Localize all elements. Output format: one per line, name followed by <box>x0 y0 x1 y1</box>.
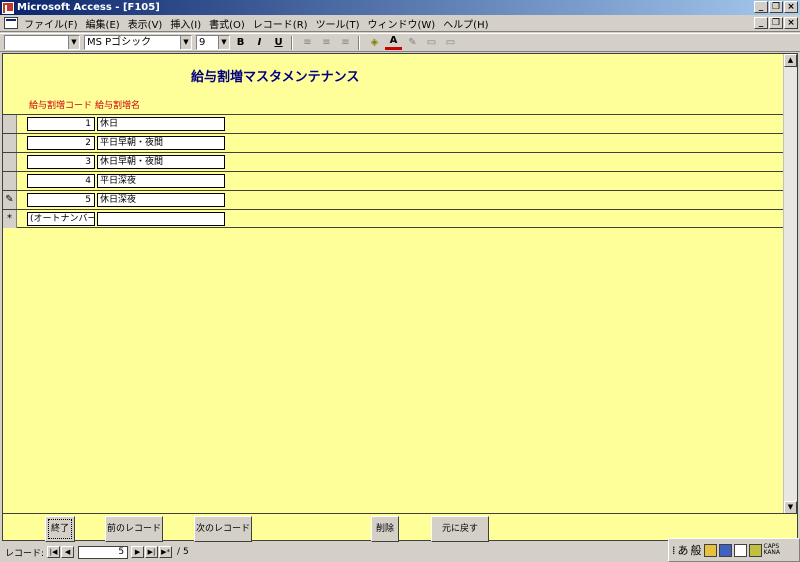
italic-button[interactable]: I <box>251 35 268 50</box>
special-effect-icon[interactable]: ▭ <box>442 35 459 50</box>
form-body: 給与割増マスタメンテナンス 給与割増コード 給与割増名 1 休日 2 平日早朝・… <box>2 53 798 542</box>
table-row: 1 休日 <box>3 114 785 133</box>
ime-tools-icon[interactable] <box>733 543 747 557</box>
record-label: レコード: <box>5 548 45 559</box>
menu-window[interactable]: ウィンドウ(W) <box>363 16 439 31</box>
name-field[interactable]: 休日 <box>97 117 225 131</box>
name-field[interactable]: 平日深夜 <box>97 174 225 188</box>
new-record-row: * (オートナンバー) <box>3 209 785 228</box>
ime-help-icon[interactable] <box>748 543 762 557</box>
menu-records[interactable]: レコード(R) <box>249 16 312 31</box>
document-window-controls: _ ❐ × <box>754 17 798 29</box>
formatting-toolbar: ▼ MS Pゴシック ▼ 9 ▼ B I U ≡ ≡ ≡ ◈ A ✎ ▭ ▭ <box>0 33 800 52</box>
minimize-icon[interactable]: _ <box>754 1 768 13</box>
ime-language-bar: ⁞ あ 般 CAPS KANA <box>668 538 800 562</box>
font-size-value: 9 <box>199 37 206 48</box>
next-record-icon[interactable]: ▶ <box>131 546 145 558</box>
line-color-icon[interactable]: ✎ <box>404 35 421 50</box>
table-row: 2 平日早朝・夜間 <box>3 133 785 152</box>
delete-button[interactable]: 削除 <box>371 516 399 542</box>
close-icon[interactable]: × <box>784 1 798 13</box>
menu-insert[interactable]: 挿入(I) <box>166 16 205 31</box>
menu-help[interactable]: ヘルプ(H) <box>439 16 492 31</box>
font-name-value: MS Pゴシック <box>87 37 152 48</box>
code-field[interactable]: 5 <box>27 193 95 207</box>
new-record-asterisk-icon[interactable]: * <box>3 210 17 228</box>
caps-kana-indicator: CAPS KANA <box>764 544 781 556</box>
font-name-combo[interactable]: MS Pゴシック ▼ <box>84 35 192 50</box>
window-title: Microsoft Access - [F105] <box>17 2 160 13</box>
ime-hiragana-mode[interactable]: あ <box>678 542 689 558</box>
border-width-icon[interactable]: ▭ <box>423 35 440 50</box>
table-row: 4 平日深夜 <box>3 171 785 190</box>
object-combo[interactable]: ▼ <box>4 35 80 50</box>
menu-view[interactable]: 表示(V) <box>124 16 167 31</box>
chevron-down-icon[interactable]: ▼ <box>68 36 79 49</box>
code-field[interactable]: 1 <box>27 117 95 131</box>
doc-close-icon[interactable]: × <box>784 17 798 29</box>
fill-color-icon[interactable]: ◈ <box>366 35 383 50</box>
font-size-combo[interactable]: 9 ▼ <box>196 35 230 50</box>
ime-handle-icon[interactable]: ⁞ <box>672 544 676 557</box>
align-center-icon[interactable]: ≡ <box>318 35 335 50</box>
restore-icon[interactable]: ❐ <box>769 1 783 13</box>
window-controls: _ ❐ × <box>754 1 798 13</box>
menu-file[interactable]: ファイル(F) <box>20 16 82 31</box>
menu-bar: ファイル(F) 編集(E) 表示(V) 挿入(I) 書式(O) レコード(R) … <box>0 15 800 32</box>
chevron-down-icon[interactable]: ▼ <box>218 36 229 49</box>
menu-format[interactable]: 書式(O) <box>205 16 249 31</box>
toolbar-separator <box>291 35 293 50</box>
name-field[interactable]: 休日深夜 <box>97 193 225 207</box>
current-record-input[interactable]: 5 <box>78 545 129 559</box>
next-record-button[interactable]: 次のレコード <box>194 516 252 542</box>
name-field[interactable]: 平日早朝・夜間 <box>97 136 225 150</box>
table-row-editing: ✎ 5 休日深夜 <box>3 190 785 209</box>
doc-minimize-icon[interactable]: _ <box>754 17 768 29</box>
prev-record-button[interactable]: 前のレコード <box>105 516 163 542</box>
scroll-up-icon[interactable]: ▲ <box>784 54 797 67</box>
align-left-icon[interactable]: ≡ <box>299 35 316 50</box>
font-color-icon[interactable]: A <box>385 35 402 50</box>
access-app-icon[interactable] <box>2 1 14 14</box>
record-selector[interactable] <box>3 134 17 152</box>
undo-button[interactable]: 元に戻す <box>431 516 489 542</box>
title-bar: Microsoft Access - [F105] _ ❐ × <box>0 0 800 15</box>
underline-button[interactable]: U <box>270 35 287 50</box>
code-column-header: 給与割増コード <box>29 101 93 111</box>
last-record-icon[interactable]: ▶| <box>145 546 159 558</box>
new-record-icon[interactable]: ▶* <box>159 546 173 558</box>
code-field[interactable]: 3 <box>27 155 95 169</box>
pencil-icon[interactable]: ✎ <box>3 191 17 209</box>
exit-button[interactable]: 終了 <box>45 516 75 542</box>
bold-button[interactable]: B <box>232 35 249 50</box>
menu-tools[interactable]: ツール(T) <box>312 16 364 31</box>
previous-record-icon[interactable]: ◀ <box>61 546 75 558</box>
code-field[interactable]: 2 <box>27 136 95 150</box>
name-field[interactable] <box>97 212 225 226</box>
align-right-icon[interactable]: ≡ <box>337 35 354 50</box>
name-column-header: 給与割増名 <box>95 101 141 111</box>
table-row: 3 休日早朝・夜間 <box>3 152 785 171</box>
record-selector[interactable] <box>3 153 17 171</box>
ime-conversion-mode[interactable]: 般 <box>691 542 702 558</box>
menu-edit[interactable]: 編集(E) <box>82 16 124 31</box>
chevron-down-icon[interactable]: ▼ <box>180 36 191 49</box>
ime-pad-icon[interactable] <box>703 543 717 557</box>
form-title: 給与割増マスタメンテナンス <box>191 70 360 85</box>
code-field[interactable]: (オートナンバー) <box>27 212 95 226</box>
record-selector[interactable] <box>3 115 17 133</box>
ime-dictionary-icon[interactable] <box>718 543 732 557</box>
toolbar-separator <box>358 35 360 50</box>
record-selector[interactable] <box>3 172 17 190</box>
code-field[interactable]: 4 <box>27 174 95 188</box>
record-list: 1 休日 2 平日早朝・夜間 3 休日早朝・夜間 4 平日深夜 ✎ 5 休日深夜… <box>3 114 785 228</box>
form-footer: 終了 前のレコード 次のレコード 削除 元に戻す <box>3 513 797 542</box>
name-field[interactable]: 休日早朝・夜間 <box>97 155 225 169</box>
doc-restore-icon[interactable]: ❐ <box>769 17 783 29</box>
kana-indicator: KANA <box>763 549 781 556</box>
first-record-icon[interactable]: |◀ <box>47 546 61 558</box>
vertical-scrollbar[interactable]: ▲ ▼ <box>783 54 797 514</box>
form-document-icon[interactable] <box>4 17 18 29</box>
record-total: / 5 <box>177 547 189 557</box>
